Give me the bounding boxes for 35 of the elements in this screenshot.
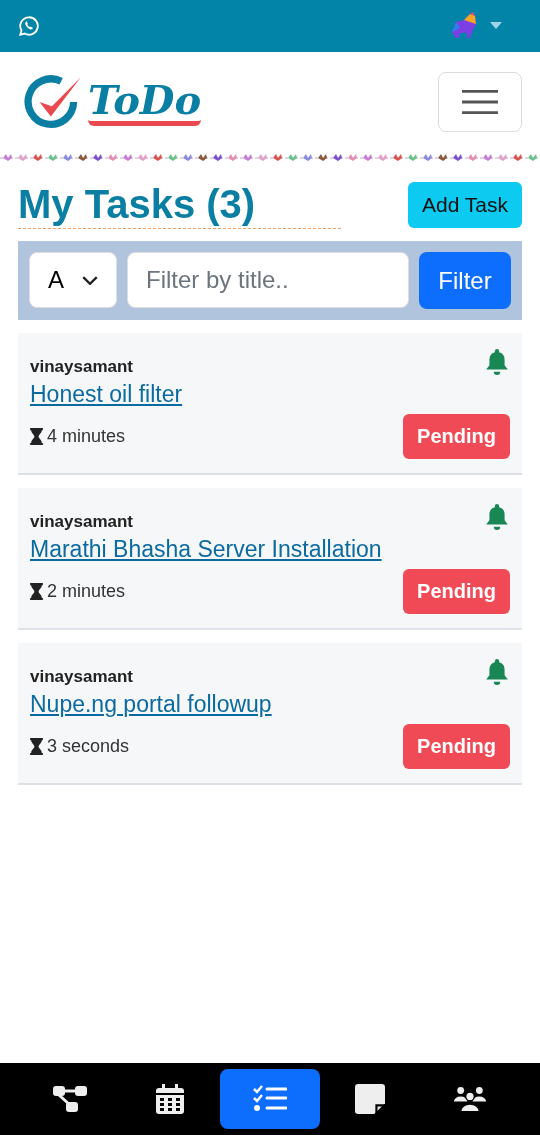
- hourglass-icon: [30, 738, 43, 755]
- menu-button[interactable]: [438, 72, 522, 132]
- hourglass-icon: [30, 583, 43, 600]
- task-author: vinaysamant: [30, 357, 133, 377]
- people-icon: [453, 1084, 487, 1114]
- filter-field[interactable]: Filter by title..: [127, 252, 409, 308]
- calendar-icon: [153, 1084, 187, 1114]
- task-title-link[interactable]: Nupe.ng portal followup: [30, 691, 510, 718]
- tasks-tab[interactable]: [220, 1069, 320, 1129]
- task-title-link[interactable]: Honest oil filter: [30, 381, 510, 408]
- bell-icon[interactable]: [484, 502, 510, 532]
- task-author: vinaysamant: [30, 667, 133, 687]
- caret-icon[interactable]: [490, 22, 502, 30]
- page-title: My Tasks (3): [18, 180, 342, 229]
- checklist-icon: [253, 1084, 287, 1114]
- logo-text: ToDo: [88, 78, 202, 126]
- menu-icon: [462, 90, 498, 114]
- status-badge[interactable]: Pending: [403, 724, 510, 769]
- whatsapp-icon[interactable]: [18, 15, 40, 37]
- sticky-note-icon: [353, 1084, 387, 1114]
- bell-icon[interactable]: [484, 347, 510, 377]
- task-age: 2 minutes: [47, 581, 126, 602]
- chevron-down-icon: [82, 275, 98, 285]
- task-age: 3 seconds: [47, 736, 130, 757]
- task-title-link[interactable]: Marathi Bhasha Server Installation: [30, 536, 510, 563]
- task-author: vinaysamant: [30, 512, 133, 532]
- status-badge[interactable]: Pending: [403, 414, 510, 459]
- workflow-icon: [53, 1084, 87, 1114]
- sort-select[interactable]: A: [29, 252, 117, 308]
- add-task-button[interactable]: Add Task: [408, 181, 522, 228]
- filter-button[interactable]: Filter: [419, 252, 511, 309]
- status-badge[interactable]: Pending: [403, 569, 510, 614]
- hourglass-icon: [30, 428, 43, 445]
- task-age: 4 minutes: [47, 426, 126, 447]
- bell-icon[interactable]: [484, 657, 510, 687]
